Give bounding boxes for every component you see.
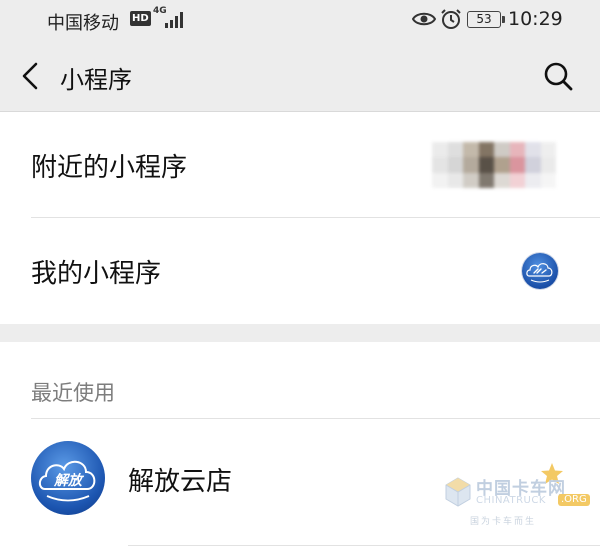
watermark: 中国卡车网 CHINATRUCK .ORG 国为卡车而生: [440, 462, 600, 546]
signal-icon: [165, 12, 183, 28]
jiefang-logo-icon: 解放: [31, 441, 105, 515]
page-title: 小程序: [60, 66, 132, 94]
status-bar: 中国移动 HD 4G 53 10:29: [0, 0, 600, 40]
my-mini-programs-row[interactable]: 我的小程序: [0, 218, 600, 324]
search-icon[interactable]: [542, 60, 574, 92]
nearby-mini-programs-row[interactable]: 附近的小程序: [0, 112, 600, 218]
menu-group: 附近的小程序 我的小程序: [0, 112, 600, 324]
logo-text: 解放: [53, 472, 85, 489]
clock: 10:29: [508, 8, 563, 30]
nearby-thumbnails: [432, 142, 556, 188]
section-gap: [0, 324, 600, 342]
carrier-name: 中国移动: [47, 13, 119, 34]
jiefang-logo-icon: [522, 253, 558, 289]
hd-badge: HD: [130, 11, 151, 26]
battery-indicator: 53: [467, 11, 505, 28]
watermark-brand-en: CHINATRUCK: [476, 495, 546, 506]
nearby-mini-programs-label: 附近的小程序: [31, 153, 188, 183]
app-name: 解放云店: [128, 467, 233, 497]
chevron-left-icon[interactable]: [16, 60, 46, 92]
cube-logo-icon: [445, 477, 471, 507]
alarm-icon: [441, 9, 461, 29]
mini-program-screen: 中国移动 HD 4G 53 10:29 小程序 附近的小程序 我的小程序 最近使…: [0, 0, 600, 546]
recent-header: 最近使用: [31, 381, 115, 405]
navigation-bar: 小程序: [0, 40, 600, 112]
watermark-slogan: 国为卡车而生: [470, 517, 537, 527]
watermark-suffix: .ORG: [558, 494, 590, 506]
my-mini-programs-label: 我的小程序: [31, 259, 162, 289]
eye-comfort-icon: [412, 12, 436, 26]
